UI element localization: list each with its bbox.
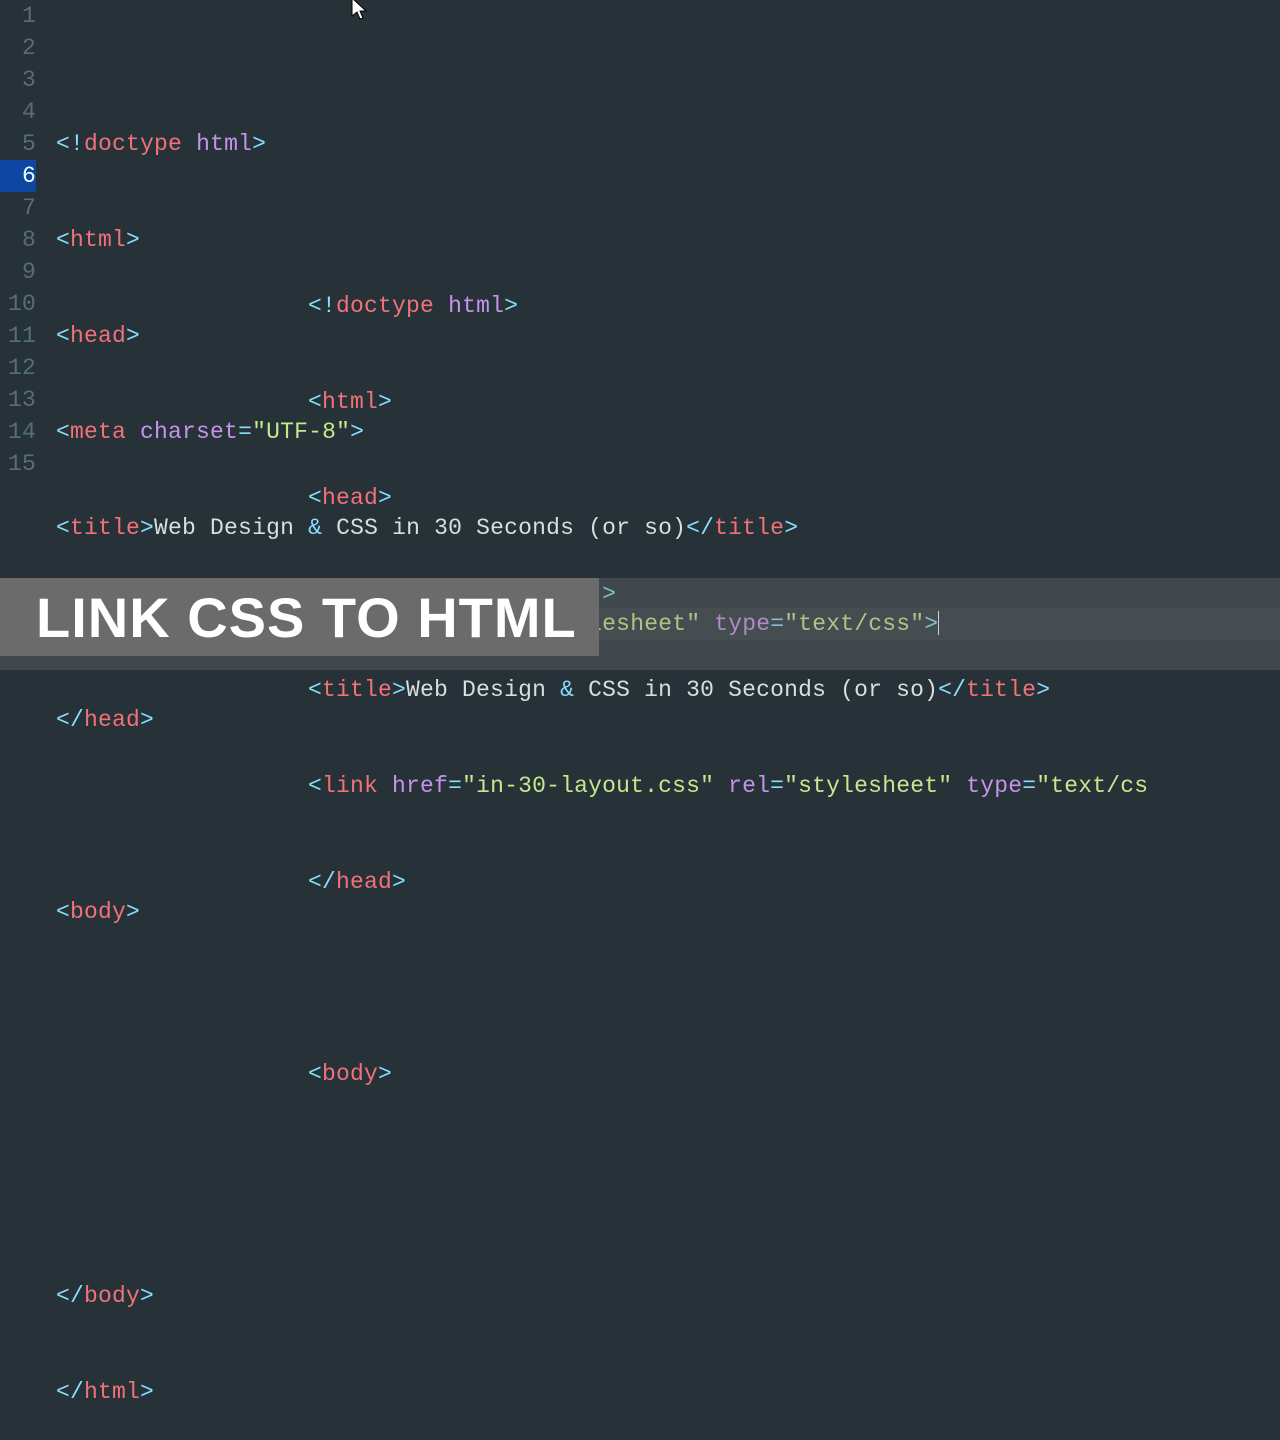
code-line: <!doctype html> xyxy=(56,128,1280,160)
overlay-code-snippet: <!doctype html> <html> <head> <meta char… xyxy=(308,226,1148,1440)
title-banner: LINK CSS TO HTML xyxy=(0,578,1280,656)
banner-text: LINK CSS TO HTML xyxy=(0,578,599,656)
mouse-cursor-icon xyxy=(350,0,370,22)
